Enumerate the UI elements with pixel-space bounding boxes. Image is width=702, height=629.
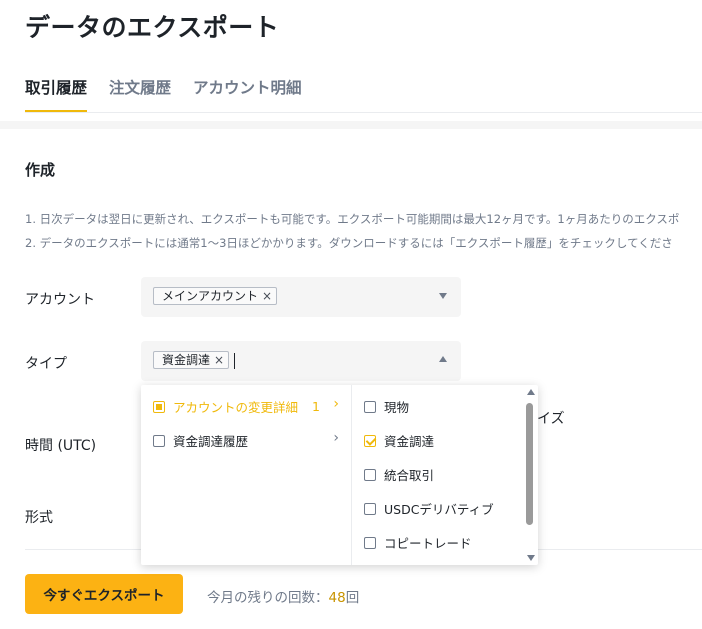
text-cursor (234, 353, 235, 369)
subtype-label: 資金調達 (384, 434, 435, 449)
scroll-up-icon[interactable] (527, 389, 535, 395)
remaining-prefix: 今月の残りの回数： (207, 590, 329, 606)
note-2: 2. データのエクスポートには通常1〜3日ほどかかります。ダウンロードするには「… (25, 236, 673, 250)
category-funding-history[interactable]: 資金調達履歴 › (153, 430, 339, 450)
remaining-count-text: 今月の残りの回数：48回 (207, 586, 359, 606)
partially-hidden-text: イズ (537, 411, 565, 427)
tab-account-statement[interactable]: アカウント明細 (193, 76, 302, 112)
page-title: データのエクスポート (25, 13, 280, 42)
checkbox-icon[interactable] (364, 536, 376, 549)
tabs-divider (25, 112, 702, 113)
subtype-label: 現物 (384, 400, 410, 415)
remaining-count: 48 (328, 590, 346, 606)
export-now-button[interactable]: 今すぐエクスポート (25, 574, 183, 614)
section-title: 作成 (25, 161, 56, 179)
close-icon[interactable]: × (262, 288, 272, 305)
type-tag-label: 資金調達 (162, 352, 211, 367)
account-tag: メインアカウント × (153, 287, 278, 305)
type-select[interactable]: 資金調達 × (141, 341, 461, 381)
chevron-right-icon: › (333, 396, 339, 412)
section-band (0, 121, 702, 129)
scrollbar-thumb[interactable] (526, 403, 533, 525)
checkbox-icon[interactable] (364, 400, 376, 413)
format-label: 形式 (25, 510, 53, 526)
account-label: アカウント (25, 292, 95, 308)
dropdown-scrollbar[interactable] (524, 385, 538, 565)
subtype-spot[interactable]: 現物 (364, 397, 409, 416)
subtype-unified-trading[interactable]: 統合取引 (364, 465, 434, 484)
subtype-copy-trading[interactable]: コピートレード (364, 533, 472, 552)
scroll-down-icon[interactable] (527, 555, 535, 561)
type-tag: 資金調達 × (153, 351, 230, 369)
tab-bar: 取引履歴 注文履歴 アカウント明細 (25, 76, 324, 112)
type-dropdown-menu: アカウントの変更詳細 1 › 資金調達履歴 › 現物 資金調達 統合取引 USD… (141, 385, 538, 565)
note-1: 1. 日次データは翌日に更新され、エクスポートも可能です。エクスポート可能期間は… (25, 212, 680, 226)
subtype-column: 現物 資金調達 統合取引 USDCデリバティブ コピートレード (352, 385, 538, 565)
subtype-label: 統合取引 (384, 468, 435, 483)
remaining-suffix: 回 (345, 590, 360, 606)
account-tag-label: メインアカウント (162, 288, 259, 303)
category-account-changes[interactable]: アカウントの変更詳細 1 › (153, 396, 339, 416)
tab-order-history[interactable]: 注文履歴 (109, 76, 171, 112)
checkbox-icon[interactable] (153, 400, 165, 413)
checkbox-icon[interactable] (364, 502, 376, 515)
subtype-label: コピートレード (384, 536, 472, 551)
category-label: アカウントの変更詳細 (173, 400, 299, 415)
checkbox-icon[interactable] (153, 434, 165, 447)
category-count: 1 (312, 399, 320, 414)
time-label: 時間 (UTC) (25, 438, 97, 454)
close-icon[interactable]: × (214, 352, 224, 369)
subtype-usdc-derivatives[interactable]: USDCデリバティブ (364, 499, 494, 518)
category-column: アカウントの変更詳細 1 › 資金調達履歴 › (141, 385, 352, 565)
chevron-down-icon (439, 293, 447, 299)
type-label: タイプ (25, 356, 67, 372)
chevron-right-icon: › (333, 430, 339, 446)
chevron-up-icon (439, 356, 447, 362)
tab-trade-history[interactable]: 取引履歴 (25, 76, 88, 112)
subtype-funding[interactable]: 資金調達 (364, 431, 434, 450)
subtype-label: USDCデリバティブ (384, 502, 494, 517)
category-label: 資金調達履歴 (173, 434, 249, 449)
account-select[interactable]: メインアカウント × (141, 277, 461, 317)
checkbox-icon[interactable] (364, 434, 376, 447)
checkbox-icon[interactable] (364, 468, 376, 481)
